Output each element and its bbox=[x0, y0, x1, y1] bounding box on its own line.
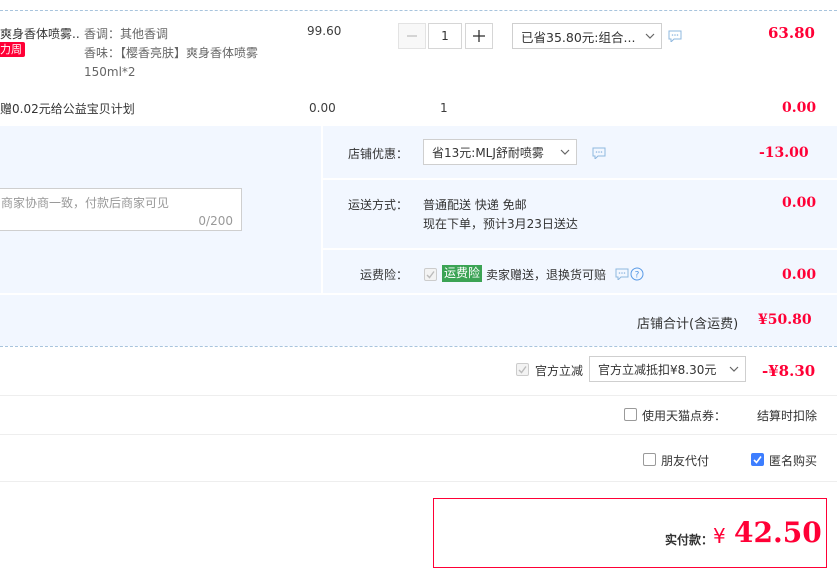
top-divider bbox=[0, 10, 837, 11]
official-discount-amount: -¥8.30 bbox=[762, 362, 816, 380]
shipping-amount: 0.00 bbox=[782, 195, 817, 211]
chevron-down-icon bbox=[645, 33, 655, 39]
insurance-amount: 0.00 bbox=[782, 267, 817, 283]
official-discount-checkbox[interactable] bbox=[516, 363, 529, 376]
shop-total-label: 店铺合计(含运费) bbox=[637, 317, 739, 332]
chevron-down-icon bbox=[729, 366, 739, 372]
buyer-message-textarea[interactable]: 商家协商一致，付款后商家可见 0/200 bbox=[0, 188, 242, 231]
check-icon bbox=[426, 271, 435, 279]
payment-currency: ¥ bbox=[713, 524, 726, 548]
message-icon[interactable] bbox=[615, 268, 629, 280]
shop-promo-label: 店铺优惠： bbox=[348, 147, 409, 161]
attr-size: 150ml*2 bbox=[84, 65, 136, 79]
panel-divider bbox=[323, 178, 837, 180]
svg-text:?: ? bbox=[635, 271, 640, 281]
product-name[interactable]: 爽身香体喷雾... bbox=[0, 25, 80, 42]
item-discount-select[interactable]: 已省35.80元:组合... bbox=[512, 23, 662, 49]
row-divider bbox=[0, 434, 837, 435]
official-discount-select-value: 官方立减抵扣¥8.30元 bbox=[598, 362, 717, 377]
official-discount-select[interactable]: 官方立减抵扣¥8.30元 bbox=[589, 356, 746, 382]
panel-divider bbox=[0, 293, 837, 295]
insurance-label: 运费险： bbox=[360, 268, 409, 282]
item-discount-select-value: 已省35.80元:组合... bbox=[521, 29, 636, 45]
shop-total-amount: ¥50.80 bbox=[758, 312, 812, 328]
message-counter: 0/200 bbox=[198, 214, 233, 228]
attr-flavor: 香味：【樱香亮肤】爽身香体喷雾 bbox=[84, 46, 259, 60]
insurance-description: 卖家赠送，退换货可赔 bbox=[486, 268, 607, 282]
minus-icon bbox=[407, 35, 417, 37]
charity-subtotal: 0.00 bbox=[782, 100, 817, 116]
shipping-label: 运送方式： bbox=[348, 198, 409, 212]
message-icon[interactable] bbox=[668, 30, 682, 42]
check-icon bbox=[753, 456, 762, 464]
anonymous-checkbox[interactable] bbox=[751, 453, 764, 466]
payment-amount: 42.50 bbox=[734, 516, 822, 549]
friend-pay-checkbox[interactable] bbox=[643, 453, 656, 466]
row-divider bbox=[0, 481, 837, 482]
shop-promo-amount: -13.00 bbox=[759, 145, 809, 161]
plus-icon bbox=[473, 30, 485, 42]
message-icon[interactable] bbox=[592, 147, 606, 159]
shop-promo-select[interactable]: 省13元:MLJ舒耐喷雾 bbox=[423, 139, 577, 165]
panel-vertical-divider bbox=[321, 126, 323, 294]
quantity-increase-button[interactable] bbox=[465, 23, 493, 49]
unit-price: 99.60 bbox=[307, 24, 342, 38]
shipping-eta: 现在下单，预计3月23日送达 bbox=[423, 217, 578, 231]
payment-label: 实付款： bbox=[665, 533, 714, 547]
friend-pay-label: 朋友代付 bbox=[661, 454, 710, 468]
help-icon[interactable]: ? bbox=[630, 267, 644, 281]
promo-badge: 力周 bbox=[0, 42, 25, 57]
official-discount-label: 官方立减 bbox=[535, 364, 584, 378]
insurance-checkbox[interactable] bbox=[424, 268, 437, 281]
tmall-points-status: 结算时扣除 bbox=[757, 409, 818, 423]
charity-unit-price: 0.00 bbox=[309, 101, 336, 115]
anonymous-label: 匿名购买 bbox=[769, 454, 818, 468]
attr-scent-type: 香调：其他香调 bbox=[84, 27, 169, 41]
insurance-tag: 运费险 bbox=[442, 265, 483, 282]
row-divider bbox=[0, 395, 837, 396]
shop-promo-select-value: 省13元:MLJ舒耐喷雾 bbox=[432, 145, 544, 160]
message-placeholder: 商家协商一致，付款后商家可见 bbox=[1, 196, 170, 210]
tmall-points-label: 使用天猫点券： bbox=[642, 409, 727, 423]
panel-divider bbox=[323, 248, 837, 250]
quantity-decrease-button[interactable] bbox=[398, 23, 426, 49]
check-icon bbox=[518, 366, 527, 374]
charity-quantity: 1 bbox=[440, 101, 448, 115]
tmall-points-checkbox[interactable] bbox=[624, 408, 637, 421]
charity-label: 赠0.02元给公益宝贝计划 bbox=[0, 102, 135, 116]
item-subtotal: 63.80 bbox=[768, 24, 815, 42]
panel-bottom-divider bbox=[0, 346, 837, 347]
shipping-method: 普通配送 快递 免邮 bbox=[423, 198, 527, 212]
quantity-input[interactable]: 1 bbox=[428, 23, 462, 49]
chevron-down-icon bbox=[560, 149, 570, 155]
